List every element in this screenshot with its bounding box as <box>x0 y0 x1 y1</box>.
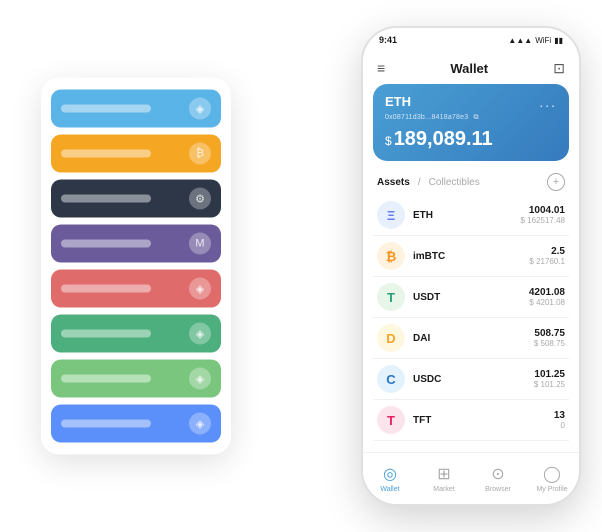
asset-primary: 101.25 <box>534 369 565 380</box>
asset-icon-usdc: C <box>377 365 405 393</box>
hero-more-button[interactable]: ... <box>539 94 557 110</box>
scene: ◈ ₿ ⚙ M ◈ ◈ ◈ ◈ 9:41 ▲▲▲ <box>21 16 581 516</box>
asset-item[interactable]: T TFT 13 0 <box>373 400 569 441</box>
battery-icon: ▮▮ <box>554 36 563 45</box>
asset-item[interactable]: ₿ imBTC 2.5 $ 21760.1 <box>373 236 569 277</box>
asset-primary: 1004.01 <box>521 205 566 216</box>
nav-item-wallet[interactable]: ◎ Wallet <box>363 464 417 493</box>
nav-label-wallet: Wallet <box>380 486 399 493</box>
wallet-card-6[interactable]: ◈ <box>51 360 221 398</box>
asset-name-usdc: USDC <box>413 374 534 385</box>
asset-secondary: $ 162517.48 <box>521 216 566 225</box>
asset-name-dai: DAI <box>413 333 534 344</box>
nav-label-market: Market <box>433 486 454 493</box>
wallet-card-7[interactable]: ◈ <box>51 405 221 443</box>
hero-coin-name: ETH <box>385 94 411 109</box>
card-bar <box>61 285 151 293</box>
card-bar <box>61 240 151 248</box>
asset-primary: 13 <box>554 410 565 421</box>
card-icon: ◈ <box>189 368 211 390</box>
assets-tabs: Assets / Collectibles <box>377 177 480 188</box>
asset-list: Ξ ETH 1004.01 $ 162517.48 ₿ imBTC 2.5 $ … <box>363 195 579 452</box>
nav-icon-browser: ⊙ <box>491 464 504 484</box>
asset-secondary: $ 4201.08 <box>529 298 565 307</box>
card-bar <box>61 330 151 338</box>
asset-amounts-dai: 508.75 $ 508.75 <box>534 328 565 348</box>
asset-secondary: $ 21760.1 <box>529 257 565 266</box>
wallet-card-2[interactable]: ⚙ <box>51 180 221 218</box>
status-icons: ▲▲▲ WiFi ▮▮ <box>508 36 563 45</box>
asset-item[interactable]: C USDC 101.25 $ 101.25 <box>373 359 569 400</box>
asset-name-eth: ETH <box>413 210 521 221</box>
asset-amounts-usdt: 4201.08 $ 4201.08 <box>529 287 565 307</box>
assets-section: Assets / Collectibles + Ξ ETH 1004.01 $ … <box>363 169 579 452</box>
wallet-card-0[interactable]: ◈ <box>51 90 221 128</box>
asset-item[interactable]: Ξ ETH 1004.01 $ 162517.48 <box>373 195 569 236</box>
scan-icon[interactable]: ⊡ <box>553 60 565 77</box>
asset-item[interactable]: D DAI 508.75 $ 508.75 <box>373 318 569 359</box>
status-time: 9:41 <box>379 35 397 45</box>
status-bar: 9:41 ▲▲▲ WiFi ▮▮ <box>363 28 579 52</box>
card-icon: ◈ <box>189 413 211 435</box>
card-icon: ◈ <box>189 98 211 120</box>
asset-icon-tft: T <box>377 406 405 434</box>
phone-header: ≡ Wallet ⊡ <box>363 52 579 84</box>
asset-amounts-eth: 1004.01 $ 162517.48 <box>521 205 566 225</box>
tab-collectibles[interactable]: Collectibles <box>429 177 480 188</box>
asset-primary: 508.75 <box>534 328 565 339</box>
card-bar <box>61 420 151 428</box>
wifi-icon: WiFi <box>535 36 551 45</box>
card-icon: M <box>189 233 211 255</box>
asset-name-tft: TFT <box>413 415 554 426</box>
card-icon: ⚙ <box>189 188 211 210</box>
asset-item[interactable]: T USDT 4201.08 $ 4201.08 <box>373 277 569 318</box>
tab-assets[interactable]: Assets <box>377 177 410 188</box>
asset-icon-usdt: T <box>377 283 405 311</box>
asset-secondary: $ 101.25 <box>534 380 565 389</box>
asset-primary: 4201.08 <box>529 287 565 298</box>
asset-icon-eth: Ξ <box>377 201 405 229</box>
asset-icon-dai: D <box>377 324 405 352</box>
hero-card[interactable]: ETH ... 0x08711d3b...8418a78e3 ⧉ $189,08… <box>373 84 569 161</box>
nav-label-my-profile: My Profile <box>536 486 567 493</box>
wallet-card-3[interactable]: M <box>51 225 221 263</box>
asset-secondary: $ 508.75 <box>534 339 565 348</box>
asset-name-usdt: USDT <box>413 292 529 303</box>
assets-header: Assets / Collectibles + <box>363 169 579 195</box>
asset-amounts-usdc: 101.25 $ 101.25 <box>534 369 565 389</box>
card-icon: ₿ <box>189 143 211 165</box>
asset-name-imbtc: imBTC <box>413 251 529 262</box>
signal-icon: ▲▲▲ <box>508 36 532 45</box>
card-bar <box>61 150 151 158</box>
nav-item-market[interactable]: ⊞ Market <box>417 464 471 493</box>
hero-address: 0x08711d3b...8418a78e3 ⧉ <box>385 114 557 122</box>
card-bar <box>61 375 151 383</box>
wallet-card-list: ◈ ₿ ⚙ M ◈ ◈ ◈ ◈ <box>41 78 231 455</box>
hero-amount: $189,089.11 <box>385 128 557 151</box>
add-asset-button[interactable]: + <box>547 173 565 191</box>
tab-separator: / <box>418 177 421 188</box>
asset-icon-imbtc: ₿ <box>377 242 405 270</box>
nav-icon-market: ⊞ <box>437 464 450 484</box>
asset-amounts-imbtc: 2.5 $ 21760.1 <box>529 246 565 266</box>
nav-icon-wallet: ◎ <box>383 464 397 484</box>
asset-amounts-tft: 13 0 <box>554 410 565 430</box>
wallet-card-4[interactable]: ◈ <box>51 270 221 308</box>
nav-item-browser[interactable]: ⊙ Browser <box>471 464 525 493</box>
nav-icon-my-profile: ◯ <box>543 464 561 484</box>
phone-frame: 9:41 ▲▲▲ WiFi ▮▮ ≡ Wallet ⊡ ETH ... 0x08… <box>361 26 581 506</box>
card-bar <box>61 195 151 203</box>
card-icon: ◈ <box>189 323 211 345</box>
nav-label-browser: Browser <box>485 486 511 493</box>
asset-secondary: 0 <box>554 421 565 430</box>
wallet-card-1[interactable]: ₿ <box>51 135 221 173</box>
menu-icon[interactable]: ≡ <box>377 60 385 76</box>
bottom-nav: ◎ Wallet ⊞ Market ⊙ Browser ◯ My Profile <box>363 452 579 504</box>
header-title: Wallet <box>450 61 488 76</box>
asset-primary: 2.5 <box>529 246 565 257</box>
nav-item-my-profile[interactable]: ◯ My Profile <box>525 464 579 493</box>
card-bar <box>61 105 151 113</box>
card-icon: ◈ <box>189 278 211 300</box>
wallet-card-5[interactable]: ◈ <box>51 315 221 353</box>
